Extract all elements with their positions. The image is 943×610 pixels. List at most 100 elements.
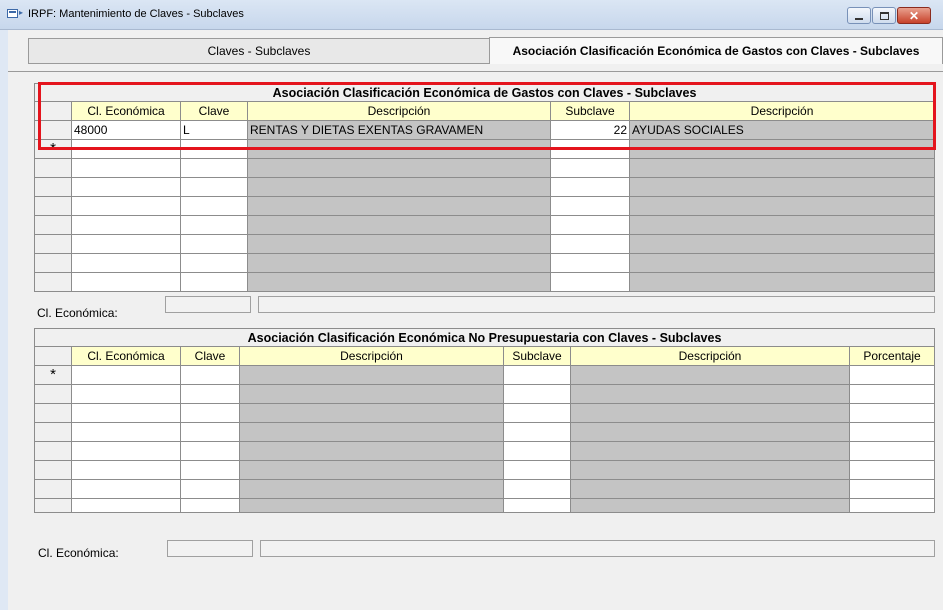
row-selector[interactable] [34,120,72,140]
cell-empty[interactable] [180,365,240,385]
table-row-new[interactable]: * [34,365,936,385]
table-row-empty [34,234,936,254]
cell-empty [71,177,181,197]
table-row[interactable]: 48000 L RENTAS Y DIETAS EXENTAS GRAVAMEN… [34,120,936,140]
cell-readonly [628,272,936,292]
row-selector[interactable] [34,384,72,404]
cell-readonly [247,158,551,178]
cell-empty[interactable] [848,365,936,385]
cell-empty [848,441,936,461]
cell-descripcion-subclave: AYUDAS SOCIALES [628,120,936,140]
table-row-empty [34,177,936,197]
cell-empty[interactable] [503,365,571,385]
new-row-selector[interactable]: * [34,365,72,385]
window-title: IRPF: Mantenimiento de Claves - Subclave… [28,8,244,20]
tab-claves-subclaves[interactable]: Claves - Subclaves [28,38,490,64]
minimize-button[interactable] [847,7,871,24]
row-selector[interactable] [34,403,72,423]
row-selector[interactable] [34,234,72,254]
cell-empty [71,498,181,513]
filter1-description-field [258,296,935,313]
col-header-descripcion[interactable]: Descripción [239,346,504,366]
cell-empty [550,253,630,273]
table-row-empty [34,272,936,292]
row-selector[interactable] [34,158,72,178]
filter2-code-field[interactable] [167,540,253,557]
cell-empty [71,460,181,480]
table-row-empty [34,253,936,273]
col-header-clave[interactable]: Clave [180,101,248,121]
row-selector[interactable] [34,498,72,513]
cell-empty [848,460,936,480]
cell-empty [550,196,630,216]
col-header-cl-economica[interactable]: Cl. Económica [71,101,181,121]
table-row-empty [34,196,936,216]
cell-empty [848,422,936,442]
cell-readonly [247,196,551,216]
col-header-descripcion[interactable]: Descripción [247,101,551,121]
cell-empty[interactable] [180,139,248,159]
cell-empty [180,384,240,404]
cell-empty [180,460,240,480]
col-header-cl-economica[interactable]: Cl. Económica [71,346,181,366]
new-row-selector[interactable]: * [34,139,72,159]
cell-readonly [570,498,850,513]
row-selector[interactable] [34,196,72,216]
cell-empty [550,234,630,254]
cell-readonly [570,479,850,499]
cell-empty [71,196,181,216]
cell-subclave[interactable]: 22 [550,120,630,140]
filter1-code-field[interactable] [165,296,251,313]
cell-empty [71,272,181,292]
cell-descripcion: RENTAS Y DIETAS EXENTAS GRAVAMEN [247,120,551,140]
cell-empty [180,158,248,178]
cell-readonly [239,460,504,480]
grid-corner[interactable] [34,101,72,121]
row-selector[interactable] [34,253,72,273]
cell-empty[interactable] [550,139,630,159]
cell-readonly [247,139,551,159]
table-row-empty [34,479,936,499]
col-header-subclave[interactable]: Subclave [503,346,571,366]
row-selector[interactable] [34,272,72,292]
filter2-label: Cl. Económica: [38,546,119,560]
col-header-descripcion-subclave[interactable]: Descripción [628,101,936,121]
col-header-descripcion-subclave[interactable]: Descripción [570,346,850,366]
row-selector[interactable] [34,441,72,461]
col-header-subclave[interactable]: Subclave [550,101,630,121]
cell-empty [848,479,936,499]
cell-empty [550,158,630,178]
cell-cl-economica[interactable]: 48000 [71,120,181,140]
title-bar[interactable]: ▸ IRPF: Mantenimiento de Claves - Subcla… [0,0,943,30]
cell-empty [180,215,248,235]
cell-readonly [628,158,936,178]
cell-empty [71,403,181,423]
cell-clave[interactable]: L [180,120,248,140]
cell-empty [180,403,240,423]
table-row-new[interactable]: * [34,139,936,159]
table-row-empty [34,460,936,480]
grid-corner[interactable] [34,346,72,366]
table-row-empty [34,498,936,513]
row-selector[interactable] [34,479,72,499]
row-selector[interactable] [34,215,72,235]
row-selector[interactable] [34,177,72,197]
row-selector[interactable] [34,460,72,480]
maximize-button[interactable] [872,7,896,24]
col-header-porcentaje[interactable]: Porcentaje [848,346,936,366]
cell-readonly [628,215,936,235]
cell-empty [503,422,571,442]
tab-asociacion-gastos[interactable]: Asociación Clasificación Económica de Ga… [489,37,943,64]
cell-empty [71,234,181,254]
cell-readonly [239,384,504,404]
cell-empty[interactable] [71,139,181,159]
cell-empty [503,498,571,513]
app-icon[interactable] [7,9,18,18]
cell-readonly [570,422,850,442]
cell-empty[interactable] [71,365,181,385]
close-button[interactable]: ✕ [897,7,931,24]
cell-empty [71,441,181,461]
row-selector[interactable] [34,422,72,442]
col-header-clave[interactable]: Clave [180,346,240,366]
cell-empty [71,384,181,404]
